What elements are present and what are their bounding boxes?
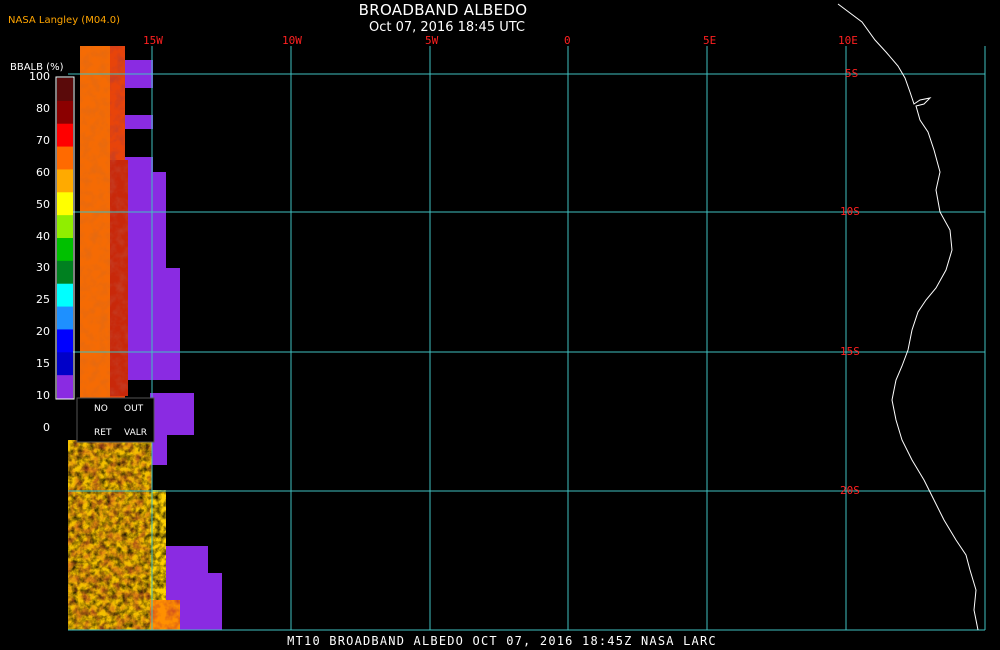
legend-swatch [57, 260, 73, 285]
legend-swatch [57, 238, 73, 262]
lat-label-10s: 10S [840, 205, 860, 218]
legend-swatch [57, 329, 73, 353]
legend-swatch [57, 123, 73, 148]
legend-tick-label: 50 [36, 197, 50, 211]
legend-swatch [57, 215, 73, 239]
credit-label: NASA Langley (M04.0) [8, 15, 120, 26]
legend-out-label: OUT [124, 404, 144, 414]
legend-swatch [57, 169, 73, 193]
albedo-map [55, 3, 986, 631]
legend-tick-label: 0 [43, 421, 50, 434]
legend-tick-label: 30 [36, 261, 50, 275]
lon-label-5w: 5W [425, 34, 439, 47]
lat-label-5s: 5S [845, 67, 859, 80]
legend-tick-label: 100 [29, 70, 50, 83]
legend-tick-label: 20 [36, 325, 50, 339]
map-title: BROADBAND ALBEDO [358, 1, 528, 19]
legend-ret-label: RET [94, 428, 112, 438]
legend-swatch [57, 306, 73, 330]
lon-label-10w: 10W [282, 34, 302, 47]
lat-label-15s: 15S [840, 345, 860, 358]
legend-tick-label: 25 [36, 293, 50, 307]
legend-tick-label: 70 [36, 133, 50, 147]
legend-swatch [57, 352, 73, 376]
legend-swatch [57, 100, 73, 125]
legend-swatch [57, 146, 73, 170]
legend-swatch [57, 78, 73, 102]
legend-valr-label: VALR [124, 428, 148, 438]
lon-label-15w: 15W [143, 34, 163, 47]
legend-color-bar [55, 76, 75, 400]
legend-tick-label: 15 [36, 357, 50, 371]
legend-tick-label: 40 [36, 229, 50, 243]
map-datetime: Oct 07, 2016 18:45 UTC [369, 20, 525, 35]
lat-label-20s: 20S [840, 484, 860, 497]
footer-caption: MT10 BROADBAND ALBEDO OCT 07, 2016 18:45… [287, 634, 717, 648]
africa-coastline [837, 3, 979, 631]
lat-lon-grid [68, 46, 986, 631]
legend-swatch [57, 375, 73, 399]
legend-no-label: NO [94, 404, 108, 414]
legend-swatch [57, 283, 73, 308]
legend-tick-label: 10 [36, 389, 50, 403]
legend-tick-label: 80 [36, 101, 50, 115]
legend-swatch [57, 192, 73, 216]
legend-tick-label: 60 [36, 165, 50, 179]
lon-label-10e: 10E [838, 34, 858, 47]
lon-label-5e: 5E [703, 34, 717, 47]
lon-label-0: 0 [564, 34, 571, 47]
